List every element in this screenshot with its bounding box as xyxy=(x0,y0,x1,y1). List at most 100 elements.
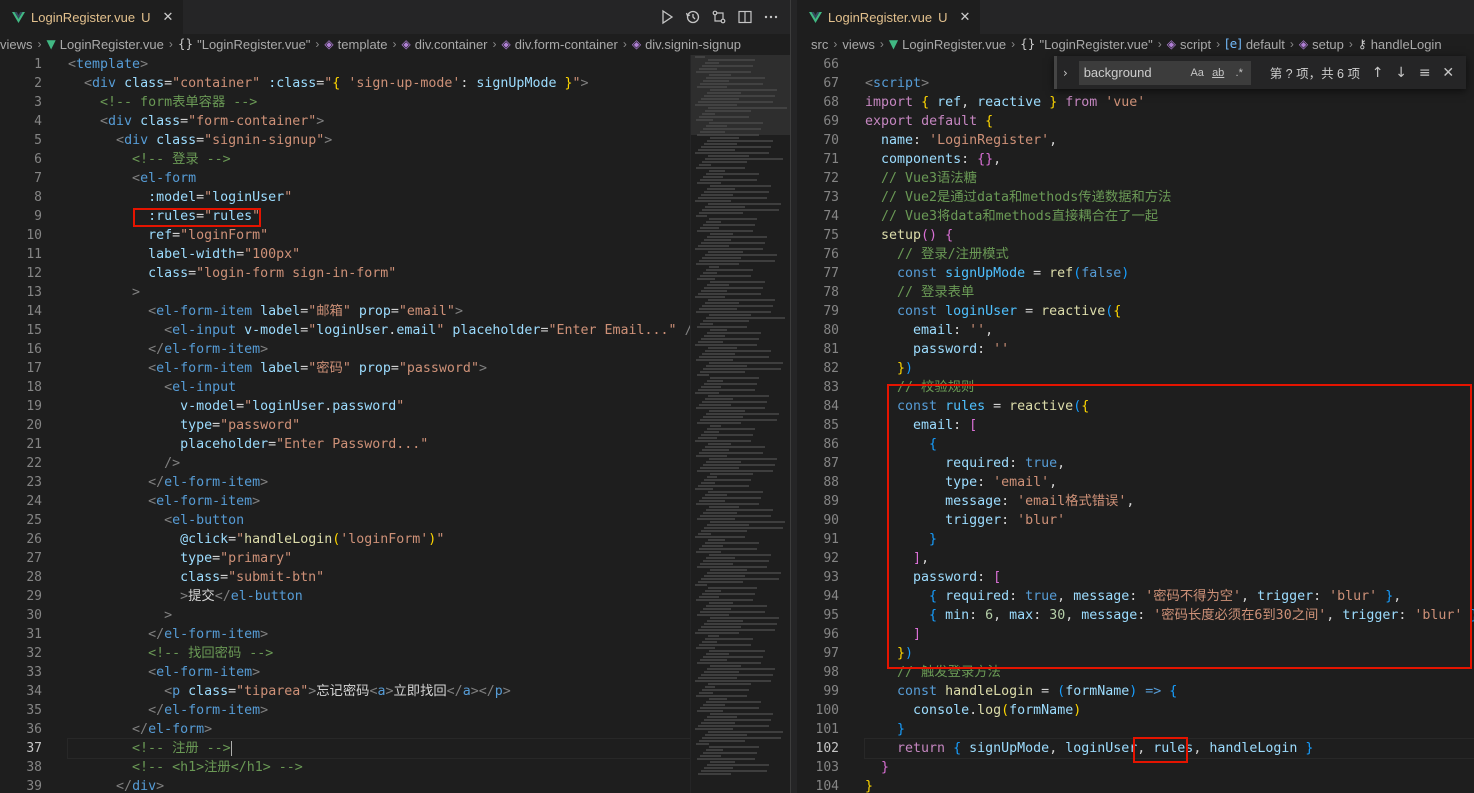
minimap-line xyxy=(708,491,763,493)
minimap-line xyxy=(705,158,783,160)
minimap-line xyxy=(703,608,731,610)
close-icon[interactable]: ✕ xyxy=(162,10,173,25)
regex-toggle[interactable]: .* xyxy=(1229,67,1250,79)
more-icon[interactable] xyxy=(758,4,784,30)
line-number: 28 xyxy=(26,570,42,585)
line-number: 5 xyxy=(34,133,42,148)
breadcrumb-item[interactable]: [e] default xyxy=(1225,37,1285,52)
line-number: 4 xyxy=(34,114,42,129)
breadcrumb-item[interactable]: views xyxy=(0,37,33,52)
minimap-line xyxy=(696,311,771,313)
code-line: v-model="loginUser.password" xyxy=(180,399,405,414)
minimap-line xyxy=(698,533,711,535)
minimap-line xyxy=(695,248,763,250)
vue-file-icon xyxy=(12,12,25,23)
close-icon[interactable]: ✕ xyxy=(959,10,970,25)
minimap-line xyxy=(707,188,735,190)
code-line: <el-input v-model="loginUser.email" plac… xyxy=(164,323,701,338)
code-line: </el-form-item> xyxy=(148,703,269,718)
right-code-editor[interactable]: 66 67 68 69 70 71 72 73 74 75 76 77 78 79 80 81 82 83 84 85… xyxy=(797,55,1474,793)
minimap-line xyxy=(697,422,741,424)
tab-filename: LoginRegister.vue xyxy=(828,10,933,25)
line-number: 78 xyxy=(823,285,839,300)
minimap-line xyxy=(701,626,741,628)
minimap-line xyxy=(710,377,759,379)
minimap-line xyxy=(706,461,741,463)
breadcrumb-item[interactable]: ◈ script xyxy=(1167,37,1211,52)
code-area[interactable]: <template> <div class="container" :class… xyxy=(67,55,790,793)
chevron-right-icon[interactable]: › xyxy=(1063,66,1079,80)
minimap-line xyxy=(699,212,743,214)
right-tab-loginregister[interactable]: LoginRegister.vue U ✕ xyxy=(797,0,981,34)
minimap[interactable] xyxy=(690,55,790,793)
breadcrumb-item[interactable]: ▼ LoginRegister.vue xyxy=(889,37,1006,52)
minimap-line xyxy=(701,338,759,340)
minimap-line xyxy=(696,359,733,361)
minimap-line xyxy=(708,203,781,205)
code-line: const handleLogin = (formName) => { xyxy=(897,684,1178,699)
minimap-line xyxy=(696,503,759,505)
line-number: 37 xyxy=(26,741,42,756)
history-icon[interactable] xyxy=(680,4,706,30)
minimap-line xyxy=(696,407,765,409)
match-case-toggle[interactable]: Aa xyxy=(1187,67,1208,79)
split-editor-icon[interactable] xyxy=(732,4,758,30)
minimap-line xyxy=(700,563,733,565)
left-code-editor[interactable]: 1 2 3 4 5 6 7 8 9 10 11 12 13 14 15 16 17 18 19 20 21 22 23 24 2… xyxy=(0,55,790,793)
breadcrumb-item[interactable]: views xyxy=(842,37,875,52)
minimap-line xyxy=(697,134,759,136)
code-line: <el-form-item> xyxy=(148,494,261,509)
minimap-line xyxy=(695,296,725,298)
breadcrumb-item[interactable]: src xyxy=(811,37,828,52)
breadcrumb-item[interactable]: ◈ setup xyxy=(1299,37,1344,52)
find-in-selection-button[interactable]: ≡ xyxy=(1413,65,1437,81)
minimap-line xyxy=(706,269,753,271)
minimap-line xyxy=(702,497,761,499)
minimap-line xyxy=(710,713,773,715)
minimap-line xyxy=(695,392,719,394)
previous-match-button[interactable]: ↑ xyxy=(1366,65,1390,81)
minimap-line xyxy=(705,494,727,496)
minimap-line xyxy=(700,419,777,421)
line-number: 3 xyxy=(34,95,42,110)
minimap-line xyxy=(709,458,777,460)
line-number: 89 xyxy=(823,494,839,509)
minimap-line xyxy=(703,320,749,322)
minimap-line xyxy=(700,131,725,133)
line-number: 24 xyxy=(26,494,42,509)
line-number: 27 xyxy=(26,551,42,566)
breadcrumb-item[interactable]: ◈ div.signin-signup xyxy=(632,37,741,52)
breadcrumb-item[interactable]: ◈ template xyxy=(324,37,387,52)
next-match-button[interactable]: ↓ xyxy=(1389,65,1413,81)
minimap-line xyxy=(703,464,775,466)
minimap-line xyxy=(700,707,759,709)
code-line: /> xyxy=(164,456,181,471)
breadcrumb-item[interactable]: ⚷ handleLogin xyxy=(1358,37,1442,52)
breadcrumb-item[interactable]: ◈ div.container xyxy=(402,37,488,52)
line-number: 84 xyxy=(823,399,839,414)
minimap-line xyxy=(696,455,727,457)
compare-icon[interactable] xyxy=(706,4,732,30)
code-area[interactable]: <script> import { ref, reactive } from '… xyxy=(864,55,1474,793)
code-line: <!-- 找回密码 --> xyxy=(148,646,274,661)
breadcrumb-item[interactable]: ◈ div.form-container xyxy=(502,37,618,52)
minimap-line xyxy=(698,773,731,775)
code-line: password: [ xyxy=(913,570,1002,585)
left-tab-loginregister[interactable]: LoginRegister.vue U ✕ xyxy=(0,0,184,34)
pane-sash[interactable] xyxy=(790,0,797,793)
close-find-button[interactable]: ✕ xyxy=(1436,65,1460,81)
breadcrumb-item[interactable]: ▼ LoginRegister.vue xyxy=(47,37,164,52)
code-line: import { ref, reactive } from 'vue' xyxy=(865,95,1146,110)
minimap-line xyxy=(700,275,751,277)
minimap-line xyxy=(702,65,753,67)
minimap-line xyxy=(709,410,745,412)
code-line: <el-form-item> xyxy=(148,665,261,680)
breadcrumb-item[interactable]: {} "LoginRegister.vue" xyxy=(178,37,311,52)
whole-word-toggle[interactable]: ab xyxy=(1208,67,1229,79)
minimap-line xyxy=(707,572,781,574)
breadcrumb-item[interactable]: {} "LoginRegister.vue" xyxy=(1020,37,1153,52)
minimap-line xyxy=(698,197,767,199)
minimap-line xyxy=(709,74,731,76)
code-line: // Vue3语法糖 xyxy=(881,171,977,186)
run-icon[interactable] xyxy=(654,4,680,30)
